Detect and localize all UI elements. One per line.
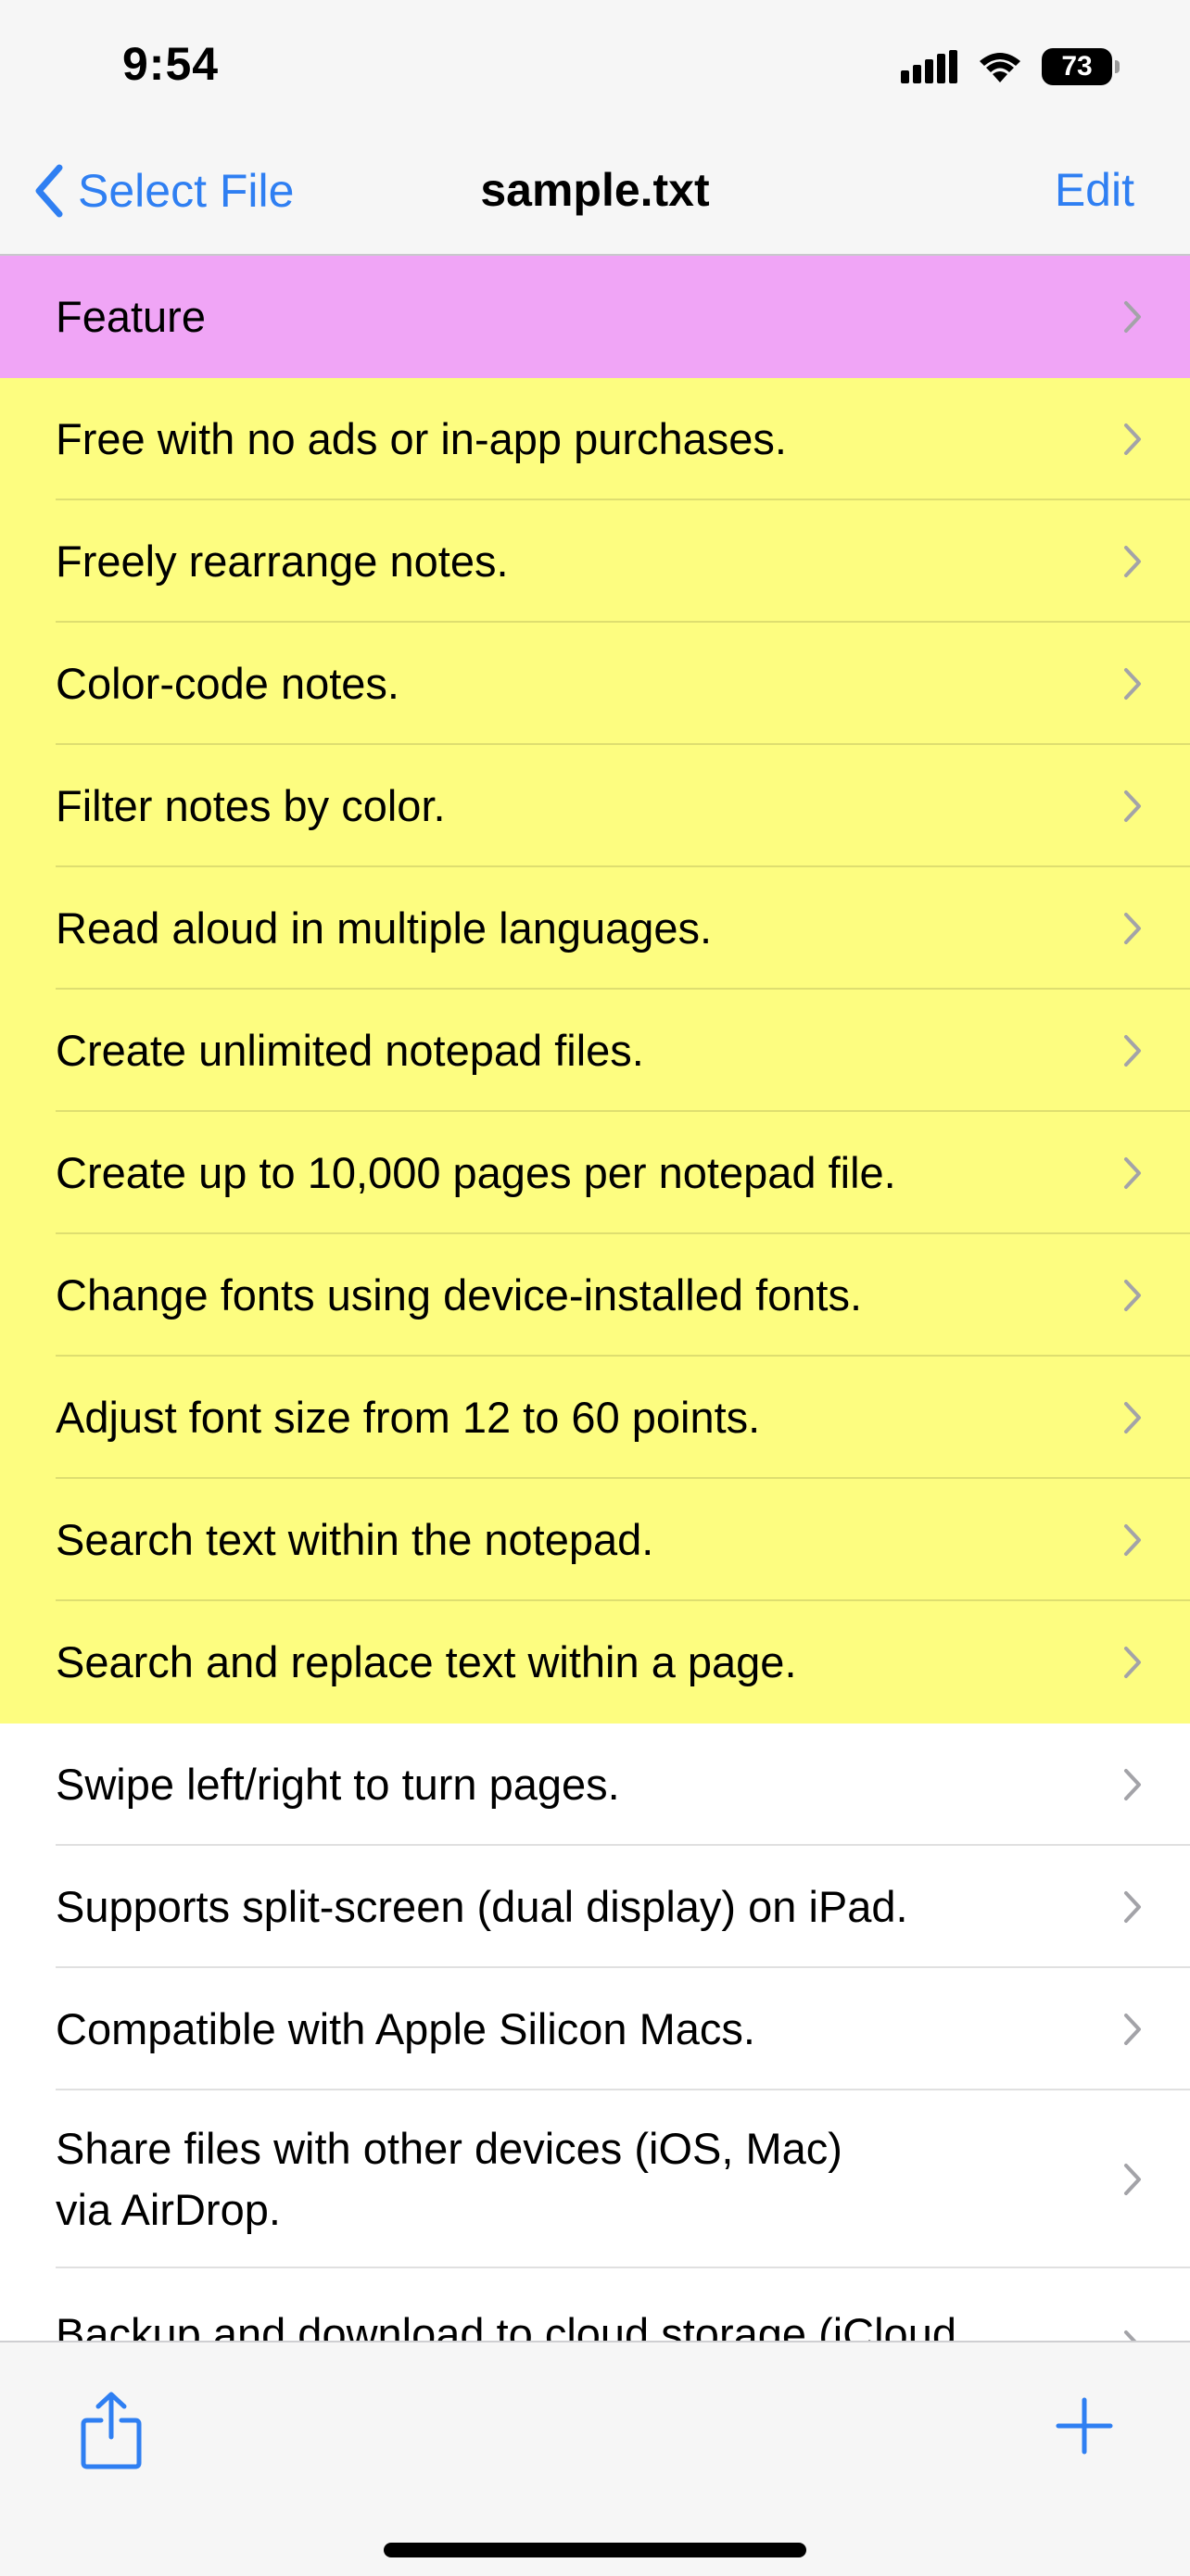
list-item-label: Read aloud in multiple languages.: [56, 903, 713, 953]
list-item-label: Feature: [56, 292, 206, 341]
list-item-label: Supports split-screen (dual display) on …: [56, 1882, 908, 1931]
list-item[interactable]: Supports split-screen (dual display) on …: [0, 1846, 1190, 1968]
cellular-signal-icon: [901, 50, 957, 83]
list-item-label: Filter notes by color.: [56, 781, 446, 830]
navigation-bar: Select File sample.txt Edit: [0, 130, 1190, 256]
list-item[interactable]: Filter notes by color.: [0, 745, 1190, 867]
list-item[interactable]: Compatible with Apple Silicon Macs.: [0, 1968, 1190, 2090]
chevron-right-icon: [1124, 913, 1141, 944]
chevron-right-icon: [1124, 1035, 1141, 1067]
list-item[interactable]: Color-code notes.: [0, 623, 1190, 745]
list-item-label: Swipe left/right to turn pages.: [56, 1760, 620, 1809]
list-item-label: Color-code notes.: [56, 659, 399, 708]
list-item-label: Freely rearrange notes.: [56, 537, 509, 586]
list-item-label: Compatible with Apple Silicon Macs.: [56, 2004, 755, 2053]
page-title: sample.txt: [480, 164, 710, 216]
list-item-label: Share files with other devices (iOS, Mac…: [56, 2124, 842, 2234]
edit-button[interactable]: Edit: [1055, 163, 1134, 217]
list-item-label: Search text within the notepad.: [56, 1515, 654, 1564]
chevron-right-icon: [1124, 1891, 1141, 1923]
status-time: 9:54: [122, 38, 220, 90]
bottom-toolbar: [0, 2341, 1190, 2576]
list-item-label: Change fonts using device-installed font…: [56, 1270, 863, 1320]
plus-icon[interactable]: [1055, 2396, 1114, 2456]
chevron-right-icon: [1124, 2014, 1141, 2045]
chevron-right-icon: [1124, 546, 1141, 577]
list-item-label: Adjust font size from 12 to 60 points.: [56, 1393, 761, 1442]
wifi-icon: [980, 53, 1020, 82]
list-item[interactable]: Create unlimited notepad files.: [0, 990, 1190, 1112]
chevron-right-icon: [1124, 1769, 1141, 1800]
list-item[interactable]: Share files with other devices (iOS, Mac…: [0, 2090, 1190, 2268]
notes-list: Feature Free with no ads or in-app purch…: [0, 256, 1190, 2354]
status-bar: 9:54 73: [0, 0, 1190, 130]
list-item[interactable]: Read aloud in multiple languages.: [0, 867, 1190, 990]
chevron-right-icon: [1124, 1524, 1141, 1556]
list-item[interactable]: Create up to 10,000 pages per notepad fi…: [0, 1112, 1190, 1234]
list-item-label: Create unlimited notepad files.: [56, 1026, 644, 1075]
chevron-right-icon: [1124, 1402, 1141, 1433]
list-item-label: Search and replace text within a page.: [56, 1637, 797, 1686]
battery-level: 73: [1061, 51, 1093, 82]
chevron-right-icon: [1124, 1280, 1141, 1311]
chevron-right-icon: [1124, 790, 1141, 822]
status-icons: 73: [901, 43, 1120, 91]
chevron-right-icon: [1124, 301, 1141, 333]
list-item[interactable]: Search and replace text within a page.: [0, 1601, 1190, 1724]
list-item-label: Free with no ads or in-app purchases.: [56, 414, 787, 463]
share-icon[interactable]: [80, 2391, 143, 2470]
list-item[interactable]: Free with no ads or in-app purchases.: [0, 378, 1190, 500]
chevron-right-icon: [1124, 1647, 1141, 1678]
list-item[interactable]: Adjust font size from 12 to 60 points.: [0, 1357, 1190, 1479]
list-item[interactable]: Freely rearrange notes.: [0, 500, 1190, 623]
list-item[interactable]: Feature: [0, 256, 1190, 378]
chevron-right-icon: [1124, 2164, 1141, 2195]
list-item-label: Create up to 10,000 pages per notepad fi…: [56, 1148, 896, 1197]
home-indicator: [384, 2543, 806, 2557]
list-item[interactable]: Search text within the notepad.: [0, 1479, 1190, 1601]
chevron-right-icon: [1124, 668, 1141, 700]
battery-icon: 73: [1042, 48, 1120, 85]
list-item[interactable]: Change fonts using device-installed font…: [0, 1234, 1190, 1357]
chevron-right-icon: [1124, 1157, 1141, 1189]
list-item[interactable]: Swipe left/right to turn pages.: [0, 1724, 1190, 1846]
chevron-right-icon: [1124, 423, 1141, 455]
